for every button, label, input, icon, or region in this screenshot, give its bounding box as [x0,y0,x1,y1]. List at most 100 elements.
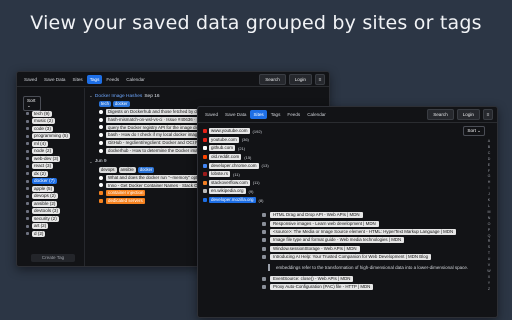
github-icon [99,133,103,138]
site-list: www.youtube.com (192) youtube.com (36) githu… [203,127,275,204]
tab-save-data[interactable]: Save Data [41,75,68,84]
tag-chip: tech (9) [32,110,52,117]
headline: View your saved data grouped by sites or… [30,12,482,34]
chevron-down-icon: ⌄ [27,103,31,108]
tag-pill[interactable]: docker [137,166,155,173]
site-item[interactable]: youtube.com (36) [203,136,275,145]
tag-sidebar: Sort ⌄ tech (9) music (2) code (3) programm… [17,88,85,266]
tag-item[interactable]: ml (4) [26,140,70,148]
site-name: old.reddit.com [209,154,242,161]
tab-saved[interactable]: Saved [202,110,221,119]
tag-list: tech (9) music (2) code (3) programming (5)… [26,110,70,238]
mdn-icon [262,238,266,243]
site-favicon-icon [203,129,207,134]
menu-icon[interactable]: ≡ [315,74,325,85]
menu-icon[interactable]: ≡ [483,109,493,120]
tab-feeds[interactable]: Feeds [284,110,303,119]
github-icon [99,125,103,130]
site-count: (15) [244,154,252,160]
tab-tags[interactable]: Tags [268,110,284,119]
link-item[interactable]: Proxy Auto-Configuration (PAC) file - HT… [262,283,482,291]
link-item[interactable]: EventSource: close() - Web APIs | MDN [262,274,482,282]
tag-item[interactable]: music (2) [26,118,70,126]
tag-item[interactable]: art (2) [26,223,70,231]
tab-saved[interactable]: Saved [21,75,40,84]
tag-item[interactable]: devtools (3) [26,208,70,216]
tag-chip: dx (2) [32,170,48,177]
site-item[interactable]: stackoverflow.com (11) [203,179,275,188]
site-item[interactable]: developer.mozilla.org (8) [203,196,275,205]
link-item[interactable]: Window.sessionStorage - Web APIs | MDN [262,245,482,253]
site-name: developer.mozilla.org [209,197,256,204]
tag-item[interactable]: tech (9) [26,110,70,118]
chevron-right-icon [26,149,29,153]
link-item[interactable]: Image file type and format guide - Web m… [262,236,482,244]
tag-item[interactable]: dx (2) [26,170,70,178]
sort-select[interactable]: Sort ⌄ [23,96,41,111]
site-item[interactable]: github.com (21) [203,144,275,153]
site-count: (21) [238,145,246,151]
tag-item[interactable]: code (3) [26,125,70,133]
site-count: (11) [233,171,240,177]
tab-feeds[interactable]: Feeds [103,75,122,84]
sort-label: Sort [467,128,476,133]
tab-sites[interactable]: Sites [250,110,267,119]
site-item[interactable]: developer.chrome.com (13) [203,161,275,170]
tag-item[interactable]: node (2) [26,148,70,156]
tag-chip: security (2) [32,215,59,222]
stackoverflow-icon [99,183,103,188]
sites-window: Saved Save Data Sites Tags Feeds Calenda… [197,106,498,318]
chevron-right-icon [26,172,29,176]
sort-select[interactable]: Sort ⌄ [463,126,485,136]
site-favicon-icon [203,163,207,168]
search-button[interactable]: Search [427,109,454,120]
site-favicon-icon [203,198,207,203]
github-icon [99,109,103,114]
mdn-icon [262,229,266,234]
tag-pill[interactable]: tech [99,101,111,107]
chevron-right-icon [26,112,29,116]
tag-item[interactable]: programming (5) [26,133,70,141]
group-header[interactable]: ⌄ Docker Image Hashes Sep 16 [89,92,329,100]
stackoverflow-icon [99,175,103,180]
github-icon [99,148,103,153]
alphabet-letter[interactable]: Z [488,287,490,293]
tag-chip: devops (2) [32,193,58,200]
note-quote: embeddings refer to the transformation o… [268,264,482,272]
link-title: Responsive images - Learn web developmen… [270,220,379,227]
site-bookmark-list: HTML Drag and Drop API - Web APIs | MDN R… [262,211,482,291]
github-icon [99,141,103,146]
site-item[interactable]: lobste.rs (11) [203,170,275,179]
link-item[interactable]: Introducing AI Help: Your Trusted Compan… [262,253,482,261]
tag-item[interactable]: docker (7) [26,178,70,186]
tag-item[interactable]: ansible (2) [26,200,70,208]
site-name: github.com [209,145,236,152]
login-button[interactable]: Login [288,74,312,85]
tab-sites[interactable]: Sites [69,75,85,84]
tag-pill[interactable]: ansible [118,166,136,173]
tag-item[interactable]: apple (5) [26,185,70,193]
tab-calendar[interactable]: Calendar [304,110,329,119]
tab-calendar[interactable]: Calendar [123,75,148,84]
tag-item[interactable]: react (3) [26,163,70,171]
link-item[interactable]: Responsive images - Learn web developmen… [262,219,482,227]
link-item[interactable]: HTML Drag and Drop API - Web APIs | MDN [262,211,482,219]
tag-pill[interactable]: docker [112,101,130,107]
login-button[interactable]: Login [456,109,480,120]
tag-item[interactable]: security (2) [26,215,70,223]
tag-item[interactable]: devops (2) [26,193,70,201]
chevron-right-icon [26,179,29,183]
tag-pill[interactable]: devops [99,166,117,173]
tab-tags[interactable]: Tags [86,74,103,84]
link-item[interactable]: <source>: The Media or Image Source elem… [262,228,482,236]
site-item[interactable]: old.reddit.com (15) [203,153,275,162]
site-item[interactable]: www.youtube.com (192) [203,127,275,136]
site-item[interactable]: en.wikipedia.org (9) [203,187,275,196]
tag-item[interactable]: web-dev (3) [26,155,70,163]
tag-item[interactable]: d (2) [26,230,70,238]
create-tag-button[interactable]: Create Tag [31,254,75,262]
tab-save-data[interactable]: Save Data [222,110,249,119]
bookmark-icon [99,191,103,196]
search-button[interactable]: Search [259,74,286,85]
tag-chip: node (2) [32,148,54,155]
